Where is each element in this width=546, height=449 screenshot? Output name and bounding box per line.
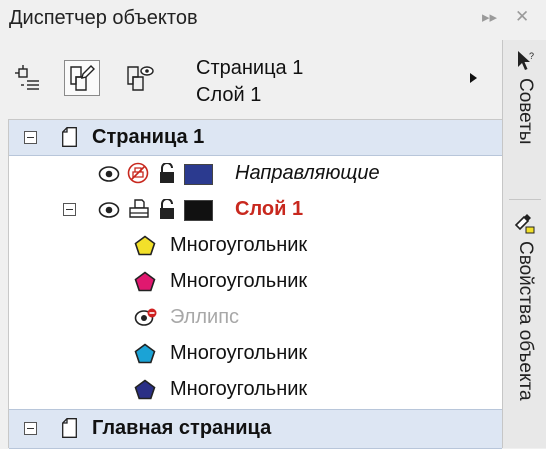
toolbar: Страница 1 Слой 1	[0, 40, 502, 112]
close-icon[interactable]: ✕	[515, 7, 529, 27]
object-label: Многоугольник	[170, 234, 308, 256]
tree-row-page-1[interactable]: Страница 1	[9, 120, 502, 156]
eye-icon[interactable]	[98, 201, 120, 219]
guides-label: Направляющие	[235, 162, 380, 184]
tab-object-properties[interactable]: Свойства объекта	[506, 213, 544, 401]
object-manager-docker: Диспетчер объектов ▸▸ ✕ Страница 1 Слой …	[0, 0, 529, 449]
tree-row-object[interactable]: Эллипс	[9, 300, 502, 336]
eye-icon[interactable]	[98, 165, 120, 183]
edit-across-layers-icon	[70, 65, 95, 91]
tree-row-master-page[interactable]: Главная страница	[9, 409, 502, 449]
unlocked-icon[interactable]	[159, 163, 175, 184]
collapse-toggle-layer-1[interactable]	[63, 203, 76, 216]
polygon-object-icon	[134, 379, 156, 400]
collapse-toggle-master-page[interactable]	[24, 422, 37, 435]
unlocked-icon[interactable]	[159, 199, 175, 220]
object-label: Эллипс	[170, 306, 240, 328]
title-bar: Диспетчер объектов ▸▸ ✕	[0, 0, 546, 38]
tree-row-guides[interactable]: Направляющие	[9, 156, 502, 192]
object-tree: Страница 1 Направляющие Слой 1 Многоугол…	[8, 119, 502, 449]
layer-view-icon	[127, 66, 154, 91]
collapse-toggle-page-1[interactable]	[24, 131, 37, 144]
show-object-properties-button[interactable]	[10, 60, 46, 96]
page-icon	[62, 127, 77, 147]
tree-row-object[interactable]: Многоугольник	[9, 336, 502, 372]
tab-object-properties-label: Свойства объекта	[515, 241, 536, 401]
svg-text:?: ?	[529, 51, 534, 61]
tab-divider	[509, 199, 541, 200]
tab-tips[interactable]: ? Советы	[506, 50, 544, 144]
printer-disabled-icon[interactable]	[127, 162, 149, 184]
object-label: Многоугольник	[170, 342, 308, 364]
printer-icon[interactable]	[128, 198, 150, 220]
edit-across-layers-button[interactable]	[64, 60, 100, 96]
tree-row-object[interactable]: Многоугольник	[9, 264, 502, 300]
tree-row-object[interactable]: Многоугольник	[9, 228, 502, 264]
cursor-help-icon: ?	[518, 51, 534, 70]
tree-row-object[interactable]: Многоугольник	[9, 372, 502, 408]
page-1-label: Страница 1	[92, 126, 205, 148]
polygon-object-icon	[134, 271, 156, 292]
tab-tips-label: Советы	[515, 78, 536, 145]
guides-color-swatch	[184, 164, 213, 185]
object-label: Многоугольник	[170, 270, 308, 292]
current-page-label: Страница 1	[196, 57, 304, 79]
object-properties-icon	[15, 65, 39, 90]
polygon-object-icon	[134, 235, 156, 256]
layer-1-color-swatch	[184, 200, 213, 221]
flyout-menu-arrow-icon[interactable]	[470, 73, 477, 83]
current-layer-label: Слой 1	[196, 84, 262, 106]
polygon-object-icon	[134, 343, 156, 364]
docker-title: Диспетчер объектов	[9, 7, 198, 29]
object-properties-tab-icon	[514, 214, 535, 234]
current-location: Страница 1 Слой 1	[196, 55, 303, 109]
collapse-icon[interactable]: ▸▸	[482, 8, 497, 26]
ellipse-hidden-object-icon	[134, 308, 157, 326]
docker-side-tabs: ? Советы Свойства объекта	[502, 40, 546, 448]
page-icon	[62, 418, 77, 438]
layer-1-label: Слой 1	[235, 198, 304, 220]
layer-manager-view-button[interactable]	[122, 60, 158, 96]
master-page-label: Главная страница	[92, 417, 272, 439]
tree-row-layer-1[interactable]: Слой 1	[9, 192, 502, 228]
object-label: Многоугольник	[170, 378, 308, 400]
